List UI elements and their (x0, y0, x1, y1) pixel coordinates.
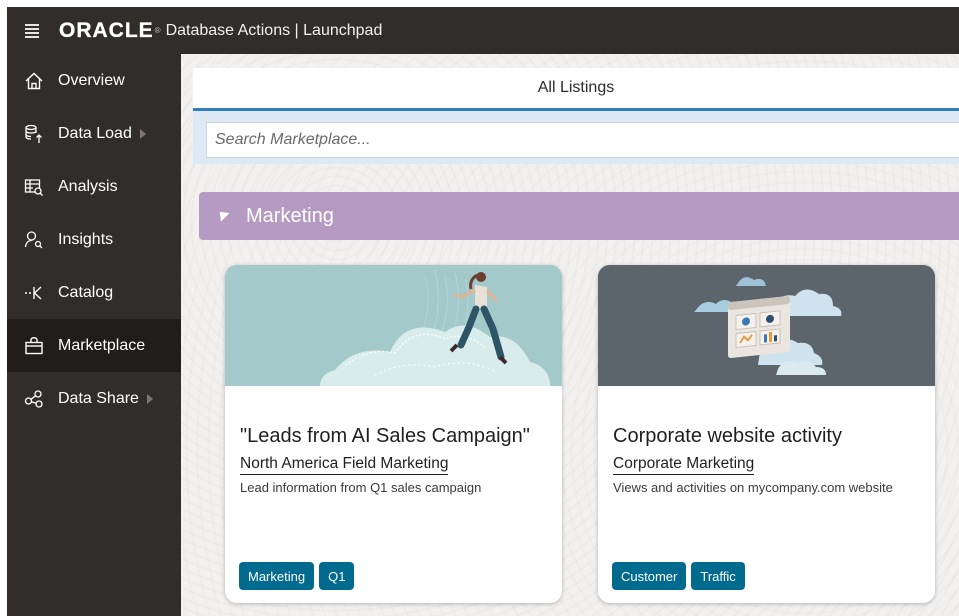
search-input[interactable] (215, 131, 959, 149)
category-marketing-header[interactable]: Marketing (199, 192, 959, 240)
catalog-icon (24, 283, 44, 303)
top-bar: ORACLE ® Database Actions | Launchpad (7, 7, 959, 54)
sidebar-item-label: Catalog (58, 283, 114, 301)
cloud-dashboard-illustration (598, 265, 935, 386)
sidebar-item-label: Overview (58, 71, 125, 89)
oracle-logo[interactable]: ORACLE (59, 18, 154, 43)
woman-running-illustration (225, 265, 562, 386)
tag-list: Marketing Q1 (239, 562, 355, 590)
hamburger-menu-icon[interactable] (25, 23, 39, 38)
sidebar-item-overview[interactable]: Overview (7, 54, 181, 107)
submenu-arrow-icon[interactable] (139, 128, 146, 139)
sidebar-item-label: Data Share (58, 389, 139, 407)
card-description: Views and activities on mycompany.com we… (613, 480, 893, 495)
home-icon (24, 71, 44, 91)
sidebar-item-data-load[interactable]: Data Load (7, 107, 181, 160)
category-title: Marketing (246, 204, 334, 227)
database-upload-icon (24, 124, 44, 144)
card-description: Lead information from Q1 sales campaign (240, 480, 482, 495)
sidebar-item-label: Data Load (58, 124, 132, 142)
submenu-arrow-icon[interactable] (146, 393, 153, 404)
tag-customer[interactable]: Customer (612, 562, 687, 590)
sidebar-item-label: Marketplace (58, 336, 146, 354)
sidebar-item-data-share[interactable]: Data Share (7, 372, 181, 425)
card-title[interactable]: "Leads from AI Sales Campaign" (240, 425, 547, 448)
app-title: Database Actions | Launchpad (165, 21, 383, 39)
card-provider-link[interactable]: North America Field Marketing (240, 455, 449, 475)
listing-card[interactable]: Corporate website activity Corporate Mar… (598, 265, 935, 603)
sidebar-item-analysis[interactable]: Analysis (7, 160, 181, 213)
shopping-bag-icon (24, 336, 44, 356)
sidebar-item-label: Insights (58, 230, 114, 248)
sidebar-item-label: Analysis (58, 177, 118, 195)
app-window: ORACLE ® Database Actions | Launchpad Ov… (7, 7, 959, 616)
sidebar-item-marketplace[interactable]: Marketplace (7, 319, 181, 372)
share-icon (24, 389, 44, 409)
sidebar-item-insights[interactable]: Insights (7, 213, 181, 266)
tag-list: Customer Traffic (612, 562, 745, 590)
sidebar: Overview Data Load Analysis Insights Cat… (7, 54, 181, 616)
person-search-icon (24, 230, 44, 250)
tag-marketing[interactable]: Marketing (239, 562, 315, 590)
search-box[interactable] (206, 122, 959, 158)
trademark-mark: ® (154, 26, 161, 35)
tag-q1[interactable]: Q1 (319, 562, 355, 590)
collapse-caret-icon[interactable] (215, 207, 230, 222)
listings-header: All Listings (193, 68, 959, 111)
main-content: All Listings Marketing (181, 54, 959, 616)
card-title[interactable]: Corporate website activity (613, 425, 920, 448)
listings-panel: All Listings (193, 68, 959, 164)
tag-traffic[interactable]: Traffic (691, 562, 745, 590)
card-provider-link[interactable]: Corporate Marketing (613, 455, 755, 475)
sidebar-item-catalog[interactable]: Catalog (7, 266, 181, 319)
listing-card[interactable]: "Leads from AI Sales Campaign" North Ame… (225, 265, 562, 603)
table-search-icon (24, 177, 44, 197)
